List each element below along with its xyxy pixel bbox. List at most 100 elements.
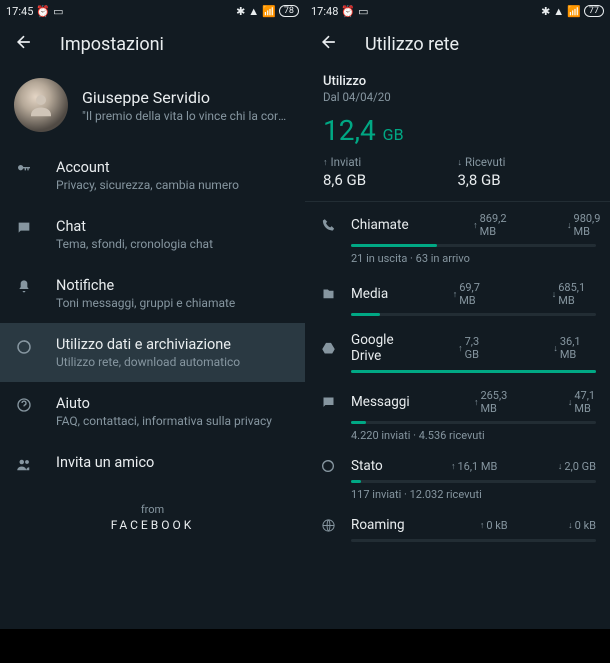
alarm-icon: ⏰ [36, 5, 50, 18]
setting-title: Notifiche [56, 277, 235, 294]
status-time: 17:45 [6, 5, 33, 18]
setting-row-key[interactable]: AccountPrivacy, sicurezza, cambia numero [0, 146, 305, 205]
recv-value: ↓47,1 MB [517, 389, 596, 415]
setting-row-bell[interactable]: Notifiche Toni messaggi, gruppi e chiamat… [0, 264, 305, 323]
recv-value: 3,8 GB [458, 171, 593, 189]
usage-category-status[interactable]: Stato ↑16,1 MB ↓2,0 GB 117 inviati · 12.032… [305, 450, 610, 509]
usage-summary: Utilizzo Dal 04/04/20 [305, 66, 610, 108]
usage-bar [351, 313, 596, 316]
android-nav-bar [305, 629, 610, 663]
avatar [14, 78, 68, 132]
setting-subtitle: Utilizzo rete, download automatico [56, 355, 240, 369]
app-bar: Impostazioni [0, 22, 305, 66]
profile-row[interactable]: Giuseppe Servidio "Il premio della vita … [0, 66, 305, 146]
category-name: Chiamate [351, 217, 409, 233]
bluetooth-icon: ✱ [236, 5, 245, 18]
sent-value: ↑7,3 GB [408, 335, 493, 361]
category-sub: 4.220 inviati · 4.536 ricevuti [351, 429, 596, 442]
battery-level: 77 [584, 5, 604, 17]
setting-subtitle: Toni messaggi, gruppi e chiamate [56, 296, 235, 310]
usage-bar [351, 539, 596, 542]
app-bar: Utilizzo rete [305, 22, 610, 66]
divider [305, 201, 610, 202]
globe-icon [319, 518, 337, 533]
usage-category-msg[interactable]: Messaggi ↑265,3 MB ↓47,1 MB 4.220 inviati ·… [305, 381, 610, 450]
android-nav-bar [0, 629, 305, 663]
bluetooth-icon: ✱ [541, 5, 550, 18]
signal-icon: 📶 [262, 5, 276, 18]
category-name: Stato [351, 458, 386, 474]
setting-row-invite[interactable]: Invita un amico [0, 441, 305, 487]
sent-value: ↑0 kB [429, 519, 507, 532]
msg-icon [319, 395, 337, 410]
setting-title: Utilizzo dati e archiviazione [56, 336, 240, 353]
recv-value: ↓36,1 MB [503, 335, 596, 361]
sent-value: ↑265,3 MB [424, 389, 508, 415]
usage-label: Utilizzo [323, 74, 592, 89]
profile-name: Giuseppe Servidio [82, 88, 292, 107]
setting-row-chat[interactable]: Chat Tema, sfondi, cronologia chat [0, 205, 305, 264]
alarm-icon: ⏰ [341, 5, 355, 18]
sent-value: ↑869,2 MB [423, 212, 507, 238]
setting-subtitle: Tema, sfondi, cronologia chat [56, 237, 213, 251]
usage-category-globe[interactable]: Roaming ↑0 kB ↓0 kB [305, 509, 610, 550]
category-name: Messaggi [351, 394, 410, 410]
usage-bar [351, 421, 596, 424]
setting-row-help[interactable]: Aiuto FAQ, contattaci, informativa sulla … [0, 382, 305, 441]
recv-value: ↓0 kB [518, 519, 596, 532]
setting-subtitle: Privacy, sicurezza, cambia numero [56, 178, 239, 192]
chat-icon [14, 220, 34, 236]
category-sub: 117 inviati · 12.032 ricevuti [351, 488, 596, 501]
status-bar-left: 17:45 ⏰ ▭ ✱ ▲ 📶 78 [0, 0, 305, 22]
back-icon[interactable] [319, 32, 339, 56]
settings-pane: 17:45 ⏰ ▭ ✱ ▲ 📶 78 Impostazioni Giuseppe… [0, 0, 305, 663]
up-arrow-icon: ↑ [323, 157, 328, 168]
help-icon [14, 397, 34, 413]
setting-title: Invita un amico [56, 454, 154, 471]
down-arrow-icon: ↓ [458, 157, 463, 168]
total-usage: 12,4 GB [305, 108, 610, 155]
category-name: Google Drive [351, 332, 394, 364]
setting-title: Aiuto [56, 395, 272, 412]
status-time: 17:48 [311, 5, 338, 18]
setting-title: Chat [56, 218, 213, 235]
recv-value: ↓2,0 GB [507, 460, 596, 473]
back-icon[interactable] [14, 32, 34, 56]
from-facebook: from FACEBOOK [0, 503, 305, 532]
usage-category-drive[interactable]: Google Drive ↑7,3 GB ↓36,1 MB [305, 324, 610, 381]
recv-value: ↓980,9 MB [517, 212, 601, 238]
key-icon [14, 161, 34, 177]
wifi-icon: ▲ [248, 5, 259, 18]
usage-bar [351, 244, 596, 247]
sent-value: ↑16,1 MB [400, 460, 497, 473]
category-sub: 21 in uscita · 63 in arrivo [351, 252, 596, 265]
invite-icon [14, 456, 34, 474]
drive-icon [319, 341, 337, 356]
usage-bar [351, 480, 596, 483]
recv-value: ↓685,1 MB [501, 281, 596, 307]
usage-date: Dal 04/04/20 [323, 90, 592, 104]
sent-value: 8,6 GB [323, 171, 458, 189]
setting-row-data[interactable]: Utilizzo dati e archiviazione Utilizzo re… [0, 323, 305, 382]
category-name: Media [351, 286, 388, 302]
setting-subtitle: FAQ, contattaci, informativa sulla priva… [56, 414, 272, 428]
media-icon [319, 287, 337, 302]
usage-category-phone[interactable]: Chiamate ↑869,2 MB ↓980,9 MB 21 in uscita ·… [305, 204, 610, 273]
bell-icon [14, 279, 34, 295]
usage-category-media[interactable]: Media↑69,7 MB↓685,1 MB [305, 273, 610, 324]
cast-icon: ▭ [53, 5, 63, 18]
data-icon [14, 338, 34, 356]
phone-icon [319, 218, 337, 233]
wifi-icon: ▲ [553, 5, 564, 18]
status-bar-right: 17:48 ⏰ ▭ ✱ ▲ 📶 77 [305, 0, 610, 22]
network-usage-pane: 17:48 ⏰ ▭ ✱ ▲ 📶 77 Utilizzo rete Utilizz… [305, 0, 610, 663]
cast-icon: ▭ [358, 5, 368, 18]
profile-status: "Il premio della vita lo vince chi la co… [82, 109, 292, 123]
page-title: Impostazioni [60, 34, 164, 55]
status-icon [319, 458, 337, 474]
usage-bar [351, 370, 596, 373]
sent-received-row: ↑Inviati 8,6 GB ↓Ricevuti 3,8 GB [305, 155, 610, 199]
page-title: Utilizzo rete [365, 34, 459, 55]
battery-level: 78 [279, 5, 299, 17]
category-name: Roaming [351, 517, 415, 533]
